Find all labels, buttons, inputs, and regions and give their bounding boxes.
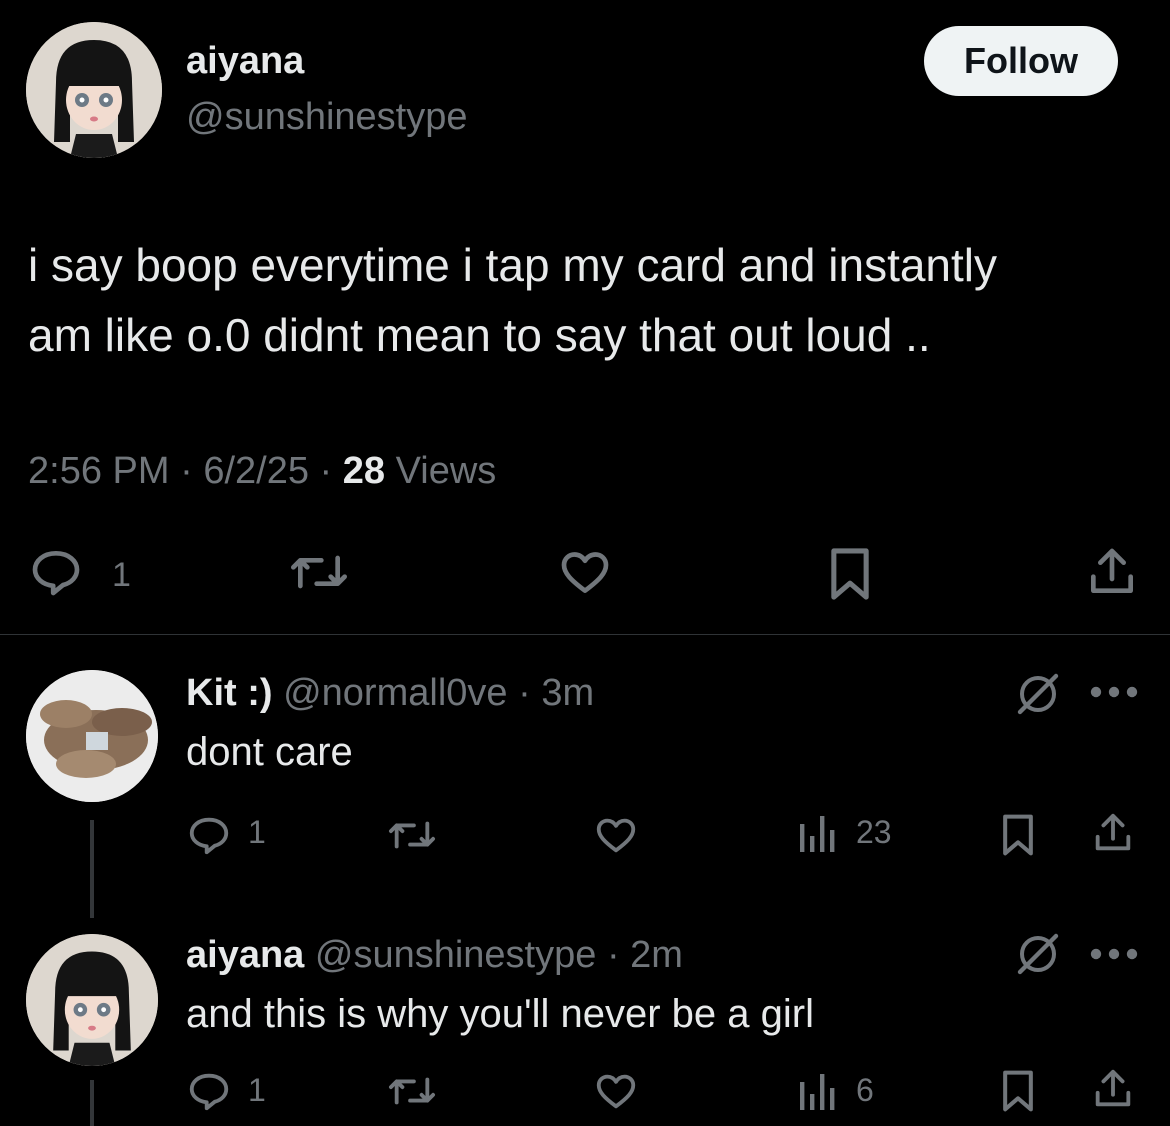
post-date[interactable]: 6/2/25: [203, 450, 309, 492]
author-name[interactable]: aiyana: [186, 40, 304, 83]
reply-age[interactable]: 3m: [541, 672, 594, 714]
divider: [0, 634, 1170, 635]
views-count: 23: [856, 814, 892, 850]
plush-avatar-image: [26, 670, 158, 802]
views-count: 6: [856, 1072, 874, 1108]
thread-line: [90, 820, 94, 918]
reply-author-avatar[interactable]: [26, 670, 158, 802]
heart-icon: [596, 1074, 636, 1109]
reply-icon: [32, 551, 80, 596]
reply-header: Kit :) @normall0ve · 3m: [186, 672, 594, 715]
reply-author-avatar[interactable]: [26, 934, 158, 1066]
reply-author-name[interactable]: aiyana: [186, 934, 304, 976]
doll-avatar-image: [26, 934, 158, 1066]
share-button[interactable]: [1090, 1066, 1136, 1112]
like-button[interactable]: [592, 812, 640, 858]
bookmark-button[interactable]: [996, 810, 1040, 860]
author-handle[interactable]: @sunshinestype: [186, 96, 468, 139]
repost-button[interactable]: [286, 544, 352, 600]
reply-button[interactable]: [186, 1068, 232, 1114]
author-avatar[interactable]: [26, 22, 162, 158]
reply-header: aiyana @sunshinestype · 2m: [186, 934, 683, 977]
meta-separator: ·: [518, 672, 531, 714]
more-options-button[interactable]: [1088, 684, 1140, 700]
views-count: 28: [342, 450, 386, 492]
reply-count: 1: [248, 1072, 266, 1108]
reply-age[interactable]: 2m: [630, 934, 683, 976]
repost-icon: [389, 1077, 436, 1105]
reply-count: 1: [248, 814, 266, 850]
grok-button[interactable]: [1014, 930, 1062, 978]
views-button[interactable]: [796, 1070, 838, 1114]
bookmark-button[interactable]: [822, 544, 878, 604]
heart-icon: [561, 552, 609, 593]
post-text-line-2: am like o.0 didnt mean to say that out l…: [28, 309, 931, 361]
reply-icon: [189, 1073, 229, 1111]
repost-button[interactable]: [384, 1068, 440, 1114]
like-button[interactable]: [592, 1068, 640, 1114]
post-text-line-1: i say boop everytime i tap my card and i…: [28, 239, 998, 291]
share-icon: [1095, 813, 1131, 851]
post-meta: 2:56 PM · 6/2/25 · 28 Views: [28, 450, 496, 493]
bookmark-button[interactable]: [996, 1066, 1040, 1116]
reply-author-name[interactable]: Kit :): [186, 672, 273, 714]
bookmark-icon: [831, 548, 869, 600]
reply-text: dont care: [186, 730, 353, 774]
grok-icon: [1017, 673, 1059, 715]
more-icon: [1090, 948, 1138, 960]
analytics-icon: [800, 816, 835, 852]
bookmark-icon: [1003, 1070, 1033, 1112]
thread-line: [90, 1080, 94, 1126]
repost-icon: [389, 821, 436, 849]
more-icon: [1090, 686, 1138, 698]
views-label: Views: [395, 450, 497, 492]
reply-button[interactable]: [28, 544, 84, 600]
grok-button[interactable]: [1014, 670, 1062, 718]
reply-icon: [189, 817, 229, 855]
share-icon: [1091, 548, 1133, 593]
grok-icon: [1017, 933, 1059, 975]
reply-author-handle[interactable]: @sunshinestype: [315, 934, 597, 976]
bookmark-icon: [1003, 814, 1033, 856]
repost-button[interactable]: [384, 812, 440, 858]
share-button[interactable]: [1090, 810, 1136, 856]
share-icon: [1095, 1069, 1131, 1107]
like-button[interactable]: [556, 544, 614, 600]
views-button[interactable]: [796, 812, 838, 856]
share-button[interactable]: [1084, 544, 1140, 600]
more-options-button[interactable]: [1088, 946, 1140, 962]
reply-text: and this is why you'll never be a girl: [186, 992, 814, 1036]
reply-count: 1: [112, 556, 131, 594]
meta-separator: ·: [606, 934, 620, 976]
follow-button[interactable]: Follow: [924, 26, 1118, 96]
doll-avatar-image: [26, 22, 162, 158]
meta-separator: ·: [180, 450, 193, 492]
reply-author-handle[interactable]: @normall0ve: [283, 672, 507, 714]
repost-icon: [291, 555, 347, 589]
analytics-icon: [800, 1074, 835, 1110]
meta-separator: ·: [319, 450, 333, 492]
post-time[interactable]: 2:56 PM: [28, 450, 170, 492]
reply-button[interactable]: [186, 812, 232, 858]
heart-icon: [596, 818, 636, 853]
